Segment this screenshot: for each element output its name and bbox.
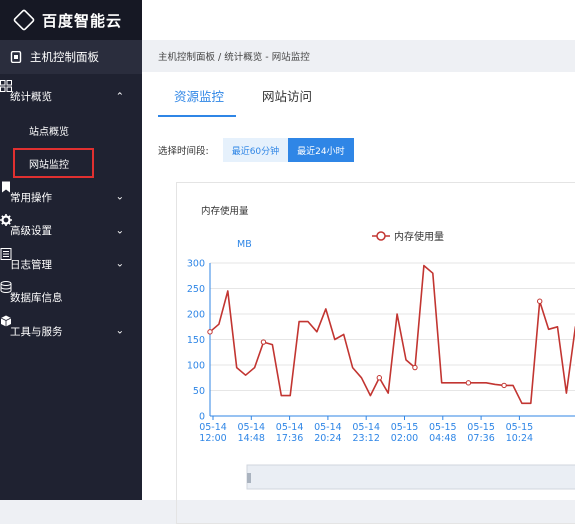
sidebar-item-label: 统计概览 — [10, 91, 52, 104]
series-line — [209, 264, 575, 405]
sidebar-item-common-ops[interactable]: 常用操作 ⌄ — [0, 181, 142, 215]
content-panel: 选择时间段: 最近60分钟 最近24小时 内存使用量 内存使用量 MB 0 50 100 1… — [142, 118, 575, 524]
y-tick-label: 100 — [187, 361, 205, 372]
x-tick-label: 05-15 — [429, 422, 457, 433]
sidebar-item-database[interactable]: 数据库信息 — [0, 281, 142, 315]
y-axis-unit: MB — [237, 239, 252, 250]
range-60min-button[interactable]: 最近60分钟 — [222, 138, 289, 162]
sidebar-item-label: 日志管理 — [10, 258, 52, 271]
tab-site-access[interactable]: 网站访问 — [262, 86, 312, 105]
x-tick-label: 05-15 — [506, 422, 534, 433]
x-tick-label: 17:36 — [276, 433, 303, 444]
x-tick-label: 07:36 — [467, 433, 494, 444]
y-tick-label: 0 — [199, 412, 205, 423]
x-tick-label: 05-14 — [352, 422, 380, 433]
y-tick-label: 250 — [187, 284, 205, 295]
sidebar-item-label: 数据库信息 — [10, 292, 63, 305]
chevron-down-icon: ⌄ — [115, 225, 124, 237]
database-icon — [0, 281, 12, 293]
data-point — [207, 329, 213, 335]
chevron-up-icon: ⌃ — [115, 91, 124, 103]
y-tick-label: 150 — [187, 335, 205, 346]
sidebar-item-host-panel[interactable]: 主机控制面板 — [0, 40, 142, 74]
cloud-logo-icon — [12, 8, 36, 32]
x-tick-label: 05-15 — [467, 422, 495, 433]
legend-marker — [376, 231, 386, 241]
x-tick-label: 05-14 — [237, 422, 265, 433]
sidebar-item-logs[interactable]: 日志管理 ⌄ — [0, 247, 142, 282]
grid-icon — [0, 80, 12, 92]
data-point — [537, 298, 543, 304]
chevron-down-icon: ⌄ — [115, 325, 124, 337]
breadcrumb: 主机控制面板 / 统计概览 - 网站监控 — [142, 40, 575, 72]
time-range-selector: 选择时间段: 最近60分钟 最近24小时 — [158, 138, 354, 162]
sidebar-item-stats[interactable]: 统计概览 ⌃ — [0, 80, 142, 114]
memory-usage-chart: 内存使用量内存使用量MB05010015020025030005-1412:00… — [187, 205, 575, 490]
range-24h-button[interactable]: 最近24小时 — [288, 138, 354, 162]
x-tick-label: 05-15 — [391, 422, 419, 433]
y-tick-label: 50 — [193, 386, 205, 397]
x-tick-label: 12:00 — [199, 433, 226, 444]
legend-label: 内存使用量 — [394, 230, 444, 243]
data-point — [260, 339, 267, 345]
active-tab-indicator — [158, 115, 236, 117]
x-tick-label: 05-14 — [276, 422, 304, 433]
sidebar-item-label: 高级设置 — [10, 225, 52, 238]
sidebar-subitem-site-overview[interactable]: 站点概览 — [0, 114, 142, 148]
data-point — [501, 382, 507, 389]
data-point — [376, 375, 383, 381]
y-tick-label: 300 — [187, 259, 205, 270]
time-range-label: 选择时间段: — [158, 146, 209, 157]
x-tick-label: 14:48 — [238, 433, 265, 444]
server-icon — [10, 51, 22, 63]
cube-icon — [0, 315, 12, 326]
main-area: 主机控制面板 / 统计概览 - 网站监控 资源监控 网站访问 选择时间段: 最近… — [142, 0, 575, 524]
sidebar-item-label: 工具与服务 — [10, 325, 63, 338]
x-tick-label: 10:24 — [506, 433, 533, 444]
sidebar-item-advanced[interactable]: 高级设置 ⌄ — [0, 214, 142, 248]
chart-panel: 内存使用量 内存使用量 MB 0 50 100 150 200 250 300 05-14 12:00… — [176, 182, 575, 524]
sidebar-item-label: 网站监控 — [29, 160, 69, 172]
x-tick-label: 20:24 — [314, 433, 341, 444]
top-bar — [142, 0, 575, 40]
sidebar-item-label: 主机控制面板 — [30, 50, 99, 64]
tab-resource-monitor[interactable]: 资源监控 — [174, 86, 224, 105]
data-point — [465, 380, 472, 386]
sidebar: 百度智能云 主机控制面板 统计概览 ⌃ 站点概览 网站监控 常用操作 ⌄ 高级设… — [0, 0, 142, 500]
zoom-slider-track — [246, 464, 575, 490]
brand-logo[interactable]: 百度智能云 — [0, 0, 142, 40]
data-point — [412, 364, 418, 371]
sidebar-item-label: 站点概览 — [29, 126, 69, 138]
chart-title: 内存使用量 — [201, 205, 249, 217]
bookmark-icon — [2, 181, 10, 192]
sidebar-item-label: 常用操作 — [10, 191, 52, 204]
list-icon — [0, 247, 12, 260]
sidebar-item-tools[interactable]: 工具与服务 ⌄ — [0, 315, 142, 349]
zoom-handle-left — [247, 473, 251, 483]
gear-icon — [0, 214, 12, 226]
x-tick-label: 02:00 — [391, 433, 418, 444]
x-tick-label: 05-14 — [314, 422, 342, 433]
brand-name: 百度智能云 — [42, 11, 123, 30]
x-tick-label: 23:12 — [353, 433, 380, 444]
chevron-down-icon: ⌄ — [115, 191, 124, 203]
tab-bar: 资源监控 网站访问 — [142, 72, 575, 119]
y-tick-label: 200 — [187, 310, 205, 321]
x-tick-label: 04:48 — [429, 433, 456, 444]
chevron-down-icon: ⌄ — [115, 258, 124, 270]
x-tick-label: 05-14 — [199, 422, 227, 433]
sidebar-subitem-site-monitor[interactable]: 网站监控 — [0, 147, 142, 181]
